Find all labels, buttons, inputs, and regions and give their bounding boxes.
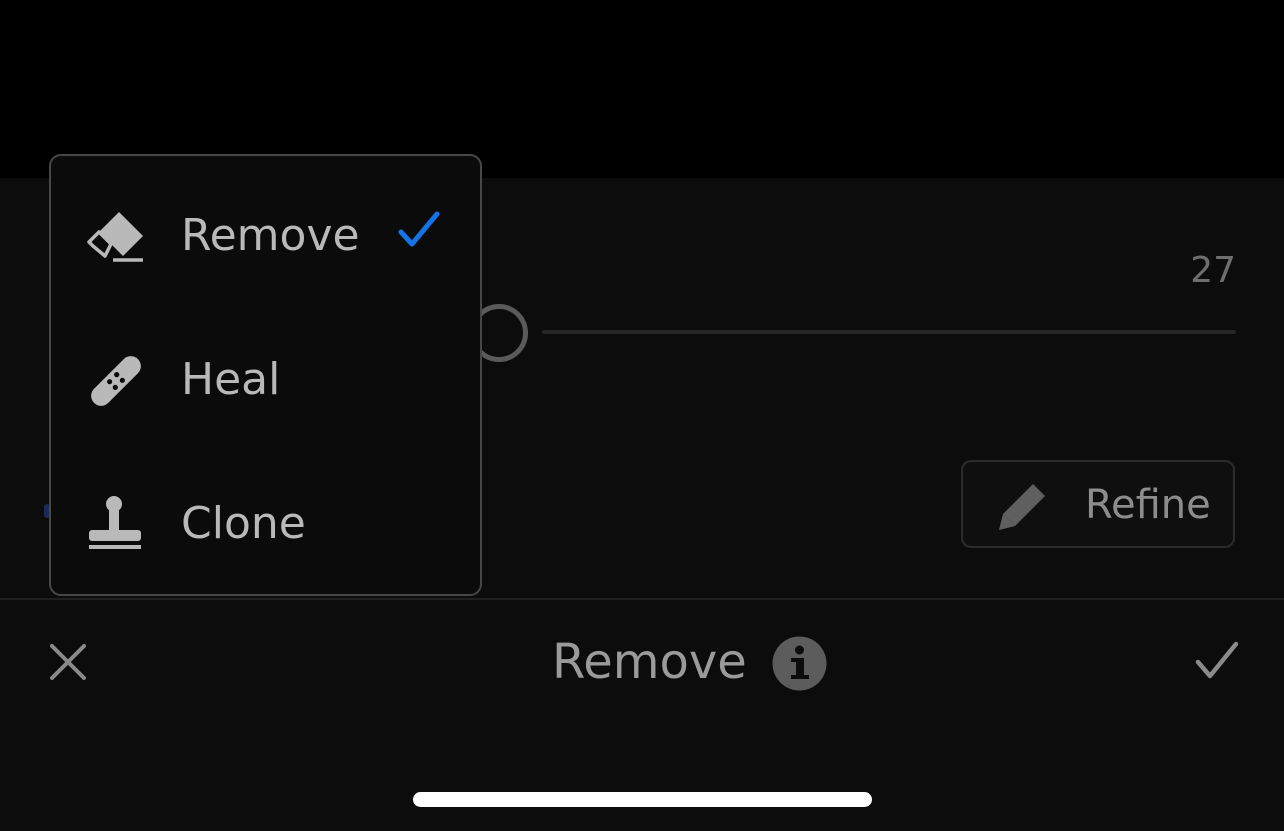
bottom-bar: Remove xyxy=(0,600,1284,831)
menu-item-remove[interactable]: Remove xyxy=(51,182,484,292)
pencil-icon xyxy=(995,480,1049,534)
refine-button[interactable]: Refine xyxy=(961,460,1235,548)
checkmark-icon xyxy=(397,210,441,250)
stamp-icon xyxy=(87,496,145,554)
menu-item-label: Remove xyxy=(181,210,360,261)
brush-size-slider-track[interactable] xyxy=(542,330,1236,334)
home-indicator[interactable] xyxy=(413,792,872,807)
tool-menu: Remove Heal Clone xyxy=(49,154,482,596)
menu-item-heal[interactable]: Heal xyxy=(51,326,484,436)
menu-item-label: Clone xyxy=(181,498,306,549)
bandage-icon xyxy=(87,352,145,410)
eraser-icon xyxy=(87,208,145,266)
close-icon[interactable] xyxy=(46,640,90,684)
checkmark-icon[interactable] xyxy=(1194,640,1240,682)
info-icon[interactable] xyxy=(772,636,827,691)
menu-item-label: Heal xyxy=(181,354,281,405)
screen: 27 Refine Remove Remove Heal Clone xyxy=(0,0,1284,831)
refine-label: Refine xyxy=(1085,482,1211,528)
menu-item-clone[interactable]: Clone xyxy=(51,470,484,580)
bottom-bar-title: Remove xyxy=(552,634,747,690)
brush-size-value: 27 xyxy=(1190,250,1236,291)
